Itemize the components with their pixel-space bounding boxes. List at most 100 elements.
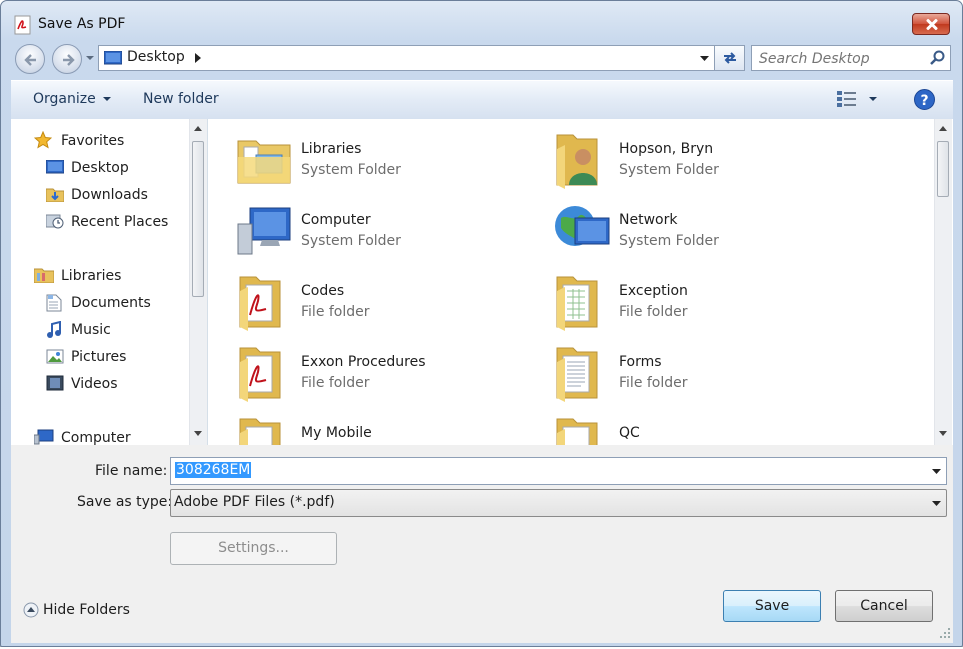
folder-icon [556,418,598,445]
file-name-dropdown-icon[interactable] [932,469,941,475]
view-dropdown-icon[interactable] [869,97,877,102]
excel-folder-icon [556,276,598,331]
recent-locations-chevron-icon[interactable] [85,55,95,61]
item-name: QC [619,425,640,441]
list-item[interactable]: QC [553,413,853,445]
pdf-folder-icon [239,347,281,402]
address-dropdown-icon[interactable] [700,56,709,62]
item-type: File folder [619,375,688,391]
refresh-button[interactable] [715,45,745,71]
item-type: System Folder [619,162,719,178]
list-item[interactable]: Exxon Procedures File folder [236,342,536,402]
user-folder-icon [556,134,598,189]
item-name: Codes [301,283,345,299]
item-type: File folder [619,304,688,320]
nav-downloads[interactable]: Downloads [71,187,148,203]
item-type: System Folder [301,233,401,249]
recent-places-icon [46,214,64,229]
hide-folders-button[interactable]: Hide Folders [23,602,130,618]
settings-button[interactable]: Settings... [170,532,337,565]
search-input[interactable] [757,48,926,70]
save-options-panel: File name: 308268EM Save as type: Adobe … [11,445,953,643]
computer-icon [237,207,291,255]
document-folder-icon [556,347,598,402]
back-button[interactable] [15,44,45,74]
address-bar[interactable]: Desktop [98,45,715,71]
scroll-up-icon[interactable] [939,126,947,131]
item-type: System Folder [301,162,401,178]
scroll-up-icon[interactable] [194,126,202,131]
nav-computer[interactable]: Computer [61,430,131,446]
resize-grip-icon[interactable] [939,627,951,639]
file-name-field[interactable]: 308268EM [170,457,947,485]
documents-icon [46,294,62,312]
save-as-type-select[interactable]: Adobe PDF Files (*.pdf) [170,489,947,517]
nav-music[interactable]: Music [71,322,111,338]
scroll-down-icon[interactable] [939,431,947,436]
refresh-icon [724,52,736,64]
desktop-icon [104,51,122,65]
libraries-icon [34,268,54,283]
file-name-value[interactable]: 308268EM [175,462,252,478]
list-item[interactable]: Forms File folder [553,342,853,402]
cancel-button[interactable]: Cancel [835,590,933,622]
item-name: Exxon Procedures [301,354,426,370]
close-button[interactable] [912,13,950,35]
libraries-folder-icon [237,140,291,184]
item-name: Network [619,212,678,228]
forward-button[interactable] [52,44,82,74]
item-type: File folder [301,304,370,320]
search-box[interactable] [751,45,951,71]
desktop-icon [46,160,64,174]
item-type: System Folder [619,233,719,249]
save-as-type-value: Adobe PDF Files (*.pdf) [174,494,335,510]
nav-scrollbar[interactable] [189,119,207,445]
pdf-icon [14,15,31,35]
list-item[interactable]: My Mobile [236,413,536,445]
item-name: Hopson, Bryn [619,141,714,157]
view-options-icon[interactable] [837,90,857,108]
scrollbar-thumb[interactable] [937,141,949,197]
folder-icon [239,418,281,445]
list-item[interactable]: Network System Folder [553,200,853,260]
nav-recent-places[interactable]: Recent Places [71,214,168,230]
nav-pictures[interactable]: Pictures [71,349,126,365]
organize-dropdown-icon [103,96,112,101]
music-icon [47,321,61,338]
breadcrumb-arrow-icon[interactable] [195,53,201,63]
downloads-icon [46,188,64,202]
save-as-type-label: Save as type: [77,494,173,510]
help-icon[interactable]: ? [914,89,935,110]
pictures-icon [46,349,64,364]
list-item[interactable]: Libraries System Folder [236,129,536,189]
list-item[interactable]: Computer System Folder [236,200,536,260]
file-name-label: File name: [95,463,168,479]
list-item[interactable]: Exception File folder [553,271,853,331]
scroll-down-icon[interactable] [194,431,202,436]
organize-label: Organize [33,91,96,107]
nav-libraries[interactable]: Libraries [61,268,121,284]
address-location[interactable]: Desktop [127,49,185,65]
pdf-folder-icon [239,276,281,331]
content-scrollbar[interactable] [934,119,952,445]
nav-videos[interactable]: Videos [71,376,118,392]
new-folder-button[interactable]: New folder [143,91,219,107]
search-icon[interactable] [930,50,946,66]
nav-favorites[interactable]: Favorites [61,133,124,149]
nav-documents[interactable]: Documents [71,295,151,311]
item-type: File folder [301,375,370,391]
save-as-dialog: Save As PDF Desktop Organize Ne [0,0,963,647]
item-name: Exception [619,283,688,299]
item-name: Computer [301,212,371,228]
videos-icon [46,375,64,391]
organize-button[interactable]: Organize [33,91,112,107]
navigation-pane: Favorites Desktop Downloads Recent Place… [11,119,208,446]
scrollbar-thumb[interactable] [192,141,204,297]
save-button[interactable]: Save [723,590,821,622]
nav-desktop[interactable]: Desktop [71,160,129,176]
save-as-type-dropdown-icon[interactable] [932,501,941,507]
window-title: Save As PDF [38,16,126,32]
list-item[interactable]: Hopson, Bryn System Folder [553,129,853,189]
list-item[interactable]: Codes File folder [236,271,536,331]
collapse-arrow-icon [23,602,39,618]
